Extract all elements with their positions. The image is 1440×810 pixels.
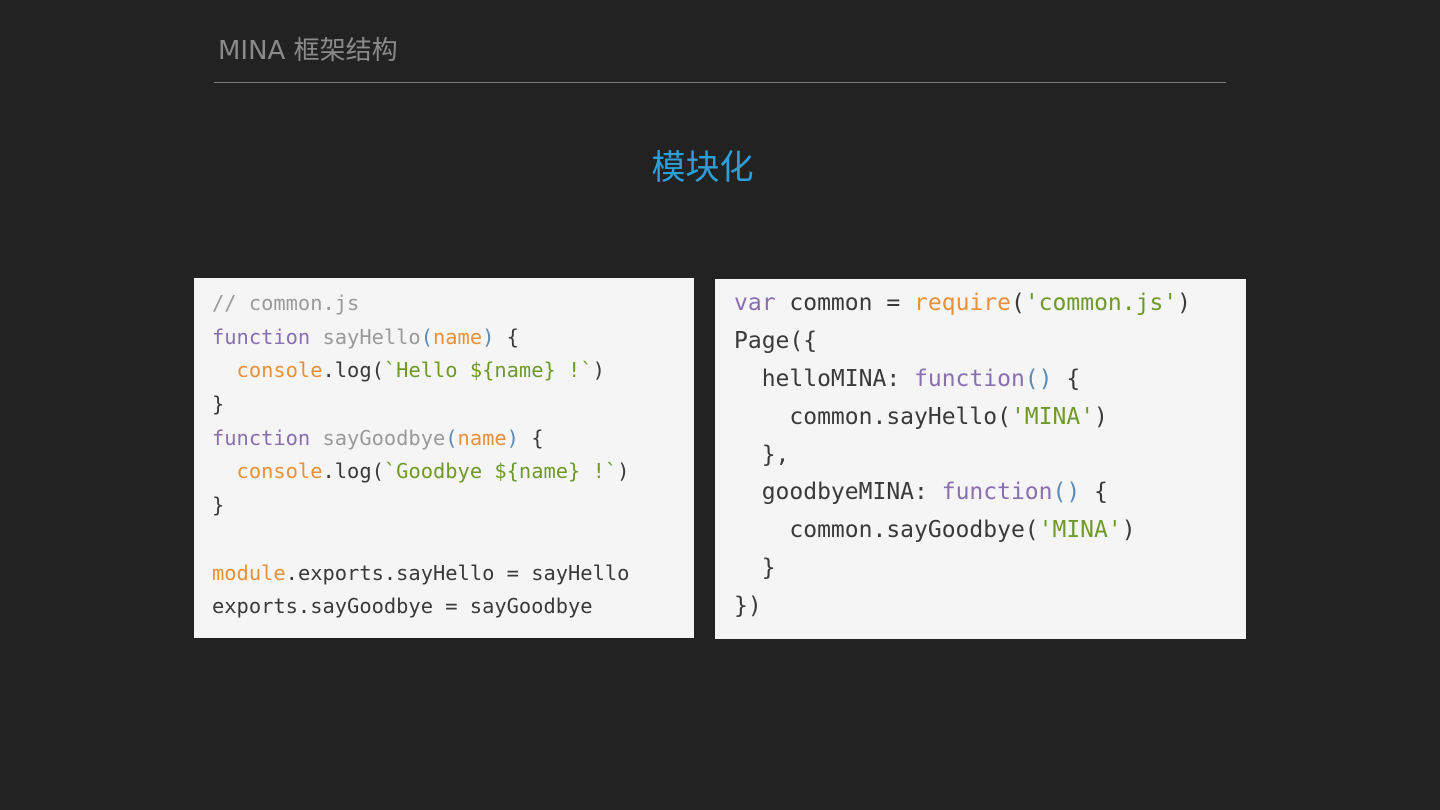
code-token: function bbox=[212, 425, 311, 450]
code-token: ) bbox=[592, 358, 605, 383]
code-token: { bbox=[494, 324, 519, 349]
code-line: module.exports.sayHello = sayHello bbox=[212, 557, 694, 591]
code-line: common.sayGoodbye('MINA') bbox=[734, 512, 1246, 550]
code-token: ) bbox=[1121, 517, 1136, 544]
code-line: Page({ bbox=[734, 323, 1246, 361]
code-line: common.sayHello('MINA') bbox=[734, 399, 1246, 437]
code-token: } bbox=[734, 555, 776, 582]
code-token: 'MINA' bbox=[1038, 517, 1122, 544]
code-block-common-js: // common.js function sayHello(name) { co… bbox=[194, 278, 694, 638]
code-token: `Goodbye ${name} !` bbox=[383, 459, 618, 484]
code-token: common.sayGoodbye( bbox=[734, 517, 1039, 544]
code-line: console.log(`Goodbye ${name} !`) bbox=[212, 455, 694, 489]
code-token: ) bbox=[1094, 403, 1108, 430]
code-line: } bbox=[212, 388, 694, 422]
code-line: exports.sayGoodbye = sayGoodbye bbox=[212, 590, 694, 624]
code-line: // common.js bbox=[212, 287, 694, 321]
slide-title: 模块化 bbox=[651, 148, 754, 188]
code-line: } bbox=[734, 550, 1246, 588]
code-token: } bbox=[212, 392, 225, 417]
code-token: sayGoodbye bbox=[310, 425, 446, 450]
code-token: ( bbox=[1010, 290, 1025, 316]
code-line: console.log(`Hello ${name} !`) bbox=[212, 354, 694, 388]
code-token: { bbox=[518, 425, 544, 450]
code-line: function sayGoodbye(name) { bbox=[212, 422, 694, 456]
code-token: { bbox=[1080, 479, 1108, 506]
code-token: common = bbox=[775, 290, 915, 316]
code-token: ( bbox=[445, 425, 458, 450]
code-token: 'common.js' bbox=[1024, 290, 1178, 316]
code-token: var bbox=[734, 290, 776, 316]
code-line: }, bbox=[734, 437, 1246, 475]
code-token: ) bbox=[482, 324, 495, 349]
code-line: goodbyeMINA: function() { bbox=[734, 474, 1246, 512]
code-token: helloMINA: bbox=[734, 365, 915, 392]
code-token: function bbox=[941, 479, 1053, 506]
code-token: console bbox=[212, 358, 323, 383]
code-token: () bbox=[1024, 365, 1053, 392]
header-divider bbox=[214, 82, 1226, 83]
code-block-page: var common = require('common.js') Page({ … bbox=[715, 279, 1246, 639]
code-token: }, bbox=[734, 441, 790, 468]
code-line: } bbox=[212, 489, 694, 523]
code-token: { bbox=[1052, 365, 1081, 392]
code-token: ) bbox=[1177, 290, 1192, 316]
code-token: exports.sayGoodbye = sayGoodbye bbox=[212, 594, 593, 619]
code-token: goodbyeMINA: bbox=[734, 479, 942, 506]
code-token: // common.js bbox=[212, 291, 360, 315]
code-token: name bbox=[457, 425, 507, 450]
code-token: ) bbox=[617, 459, 630, 484]
code-token: `Hello ${name} !` bbox=[383, 358, 593, 383]
code-token: .exports.sayHello = sayHello bbox=[285, 560, 630, 585]
code-line: }) bbox=[734, 588, 1246, 626]
code-token: console bbox=[212, 459, 323, 484]
code-token: function bbox=[914, 365, 1025, 392]
code-token: function bbox=[212, 324, 311, 349]
code-token: .log( bbox=[322, 358, 384, 383]
code-token: } bbox=[212, 493, 225, 518]
code-token: .log( bbox=[322, 459, 384, 484]
code-line: var common = require('common.js') bbox=[734, 285, 1246, 323]
code-token: sayHello bbox=[310, 324, 421, 349]
header-title: MINA 框架结构 bbox=[218, 36, 398, 66]
code-token: require bbox=[914, 290, 1011, 316]
code-token: () bbox=[1052, 479, 1081, 506]
code-line: function sayHello(name) { bbox=[212, 321, 694, 355]
code-token: ( bbox=[420, 324, 433, 349]
code-token: module bbox=[212, 560, 286, 585]
code-token: Page({ bbox=[734, 327, 818, 354]
code-token: }) bbox=[734, 593, 762, 620]
code-token: common.sayHello( bbox=[734, 403, 1011, 430]
code-token: ) bbox=[506, 425, 519, 450]
code-token: name bbox=[433, 324, 483, 349]
code-line: helloMINA: function() { bbox=[734, 361, 1246, 399]
code-token: 'MINA' bbox=[1010, 403, 1095, 430]
